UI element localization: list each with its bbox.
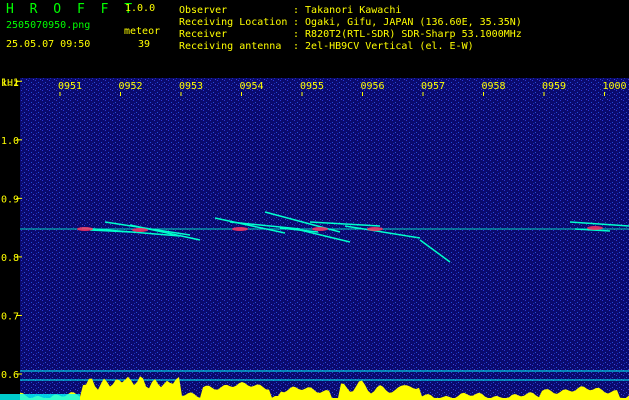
y-tick-label: 1.0 (1, 136, 19, 147)
echo-peak (232, 227, 248, 231)
echo-peak (77, 227, 93, 231)
y-tick-label: 0.6 (1, 370, 19, 381)
x-tick-label: 0955 (300, 81, 324, 92)
spectrogram-noise (20, 78, 629, 400)
x-tick-label: 0959 (542, 81, 566, 92)
y-tick-label: 1.1 (1, 77, 19, 88)
x-tick-label: 0956 (361, 81, 385, 92)
x-tick-label: 0953 (179, 81, 203, 92)
echo-peak (312, 227, 328, 231)
x-tick-label: 0951 (58, 81, 82, 92)
x-tick-label: 0958 (482, 81, 506, 92)
echo-peak (587, 226, 603, 230)
y-tick-label: 0.9 (1, 194, 19, 205)
x-tick-label: 0954 (240, 81, 264, 92)
x-tick-label: 1000 (603, 81, 627, 92)
y-tick-label: 0.8 (1, 253, 19, 264)
y-tick-label: 0.7 (1, 311, 19, 322)
spectrogram: kHz 1.11.00.90.80.70.6 0951 0952 0953 0954 0… (0, 77, 629, 400)
echo-peak (367, 227, 383, 231)
y-axis: 1.1 1.0 0.9 0.8 0.7 0.6 (1, 77, 22, 381)
x-tick-label: 0957 (421, 81, 445, 92)
bottom-strip (0, 394, 80, 400)
echo-peak (132, 228, 148, 232)
x-tick-label: 0952 (119, 81, 143, 92)
